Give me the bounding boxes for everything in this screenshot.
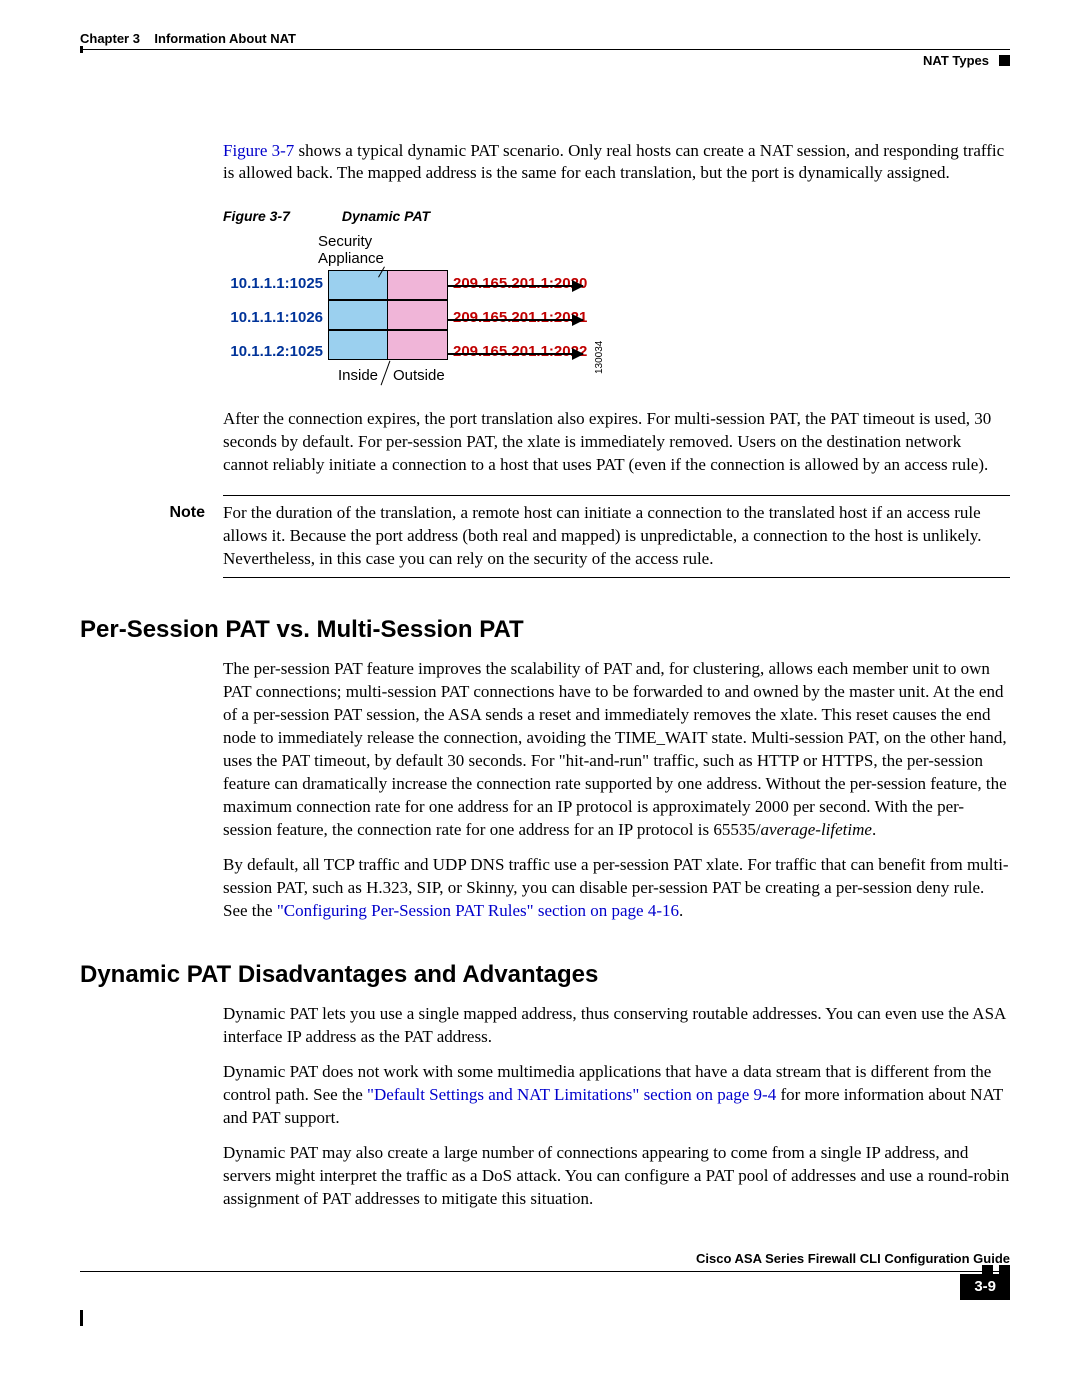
box-row-2 (328, 300, 448, 330)
note-label: Note (148, 502, 223, 571)
figure-title: Dynamic PAT (342, 208, 430, 224)
intro-paragraph: Figure 3-7 shows a typical dynamic PAT s… (223, 140, 1010, 186)
avg-lifetime-italic: average-lifetime (761, 820, 872, 839)
heading-per-session: Per-Session PAT vs. Multi-Session PAT (80, 614, 1010, 646)
arrow-2 (448, 319, 583, 321)
footer-guide-title: Cisco ASA Series Firewall CLI Configurat… (696, 1250, 1010, 1268)
box-row-3 (328, 330, 448, 360)
note-block: Note For the duration of the translation… (223, 502, 1010, 571)
header-right: NAT Types (923, 52, 1010, 70)
chapter-label: Chapter 3 (80, 31, 140, 46)
header-rule (80, 49, 1010, 50)
box-outside-2 (388, 300, 448, 330)
dyn-pat-para-2: Dynamic PAT does not work with some mult… (223, 1061, 1010, 1130)
ip-left-3: 10.1.1.2:1025 (223, 342, 323, 362)
section-right: NAT Types (923, 52, 989, 70)
note-rule-top (223, 495, 1010, 496)
figure-id-number: 130034 (593, 341, 607, 374)
heading-dynamic-pat-adv: Dynamic PAT Disadvantages and Advantages (80, 959, 1010, 991)
appliance-line1: Security (318, 233, 372, 250)
note-body: For the duration of the translation, a r… (223, 502, 1010, 571)
figure-diagram: Security Appliance 10.1.1.1:1025 209.165… (223, 234, 673, 394)
footer-left-tick-icon (80, 1310, 83, 1326)
inside-label: Inside (338, 366, 378, 386)
per-session-p1-tail: . (872, 820, 876, 839)
arrow-3 (448, 353, 583, 355)
ip-left-1: 10.1.1.1:1025 (223, 274, 323, 294)
box-inside-3 (328, 330, 388, 360)
appliance-line2: Appliance (318, 250, 384, 267)
arrow-1 (448, 285, 583, 287)
per-session-p2-tail: . (679, 901, 683, 920)
inside-outside-divider-icon (381, 361, 391, 386)
footer-page-number: 3-9 (960, 1274, 1010, 1300)
per-session-rules-link[interactable]: "Configuring Per-Session PAT Rules" sect… (277, 901, 679, 920)
header-rule-tick (80, 46, 83, 53)
note-rule-bottom (223, 577, 1010, 578)
default-settings-link[interactable]: "Default Settings and NAT Limitations" s… (367, 1085, 776, 1104)
dyn-pat-para-3: Dynamic PAT may also create a large numb… (223, 1142, 1010, 1211)
footer: Cisco ASA Series Firewall CLI Configurat… (80, 1271, 1010, 1322)
after-figure-paragraph: After the connection expires, the port t… (223, 408, 1010, 477)
per-session-para-1: The per-session PAT feature improves the… (223, 658, 1010, 842)
box-outside-1 (388, 270, 448, 300)
appliance-label: Security Appliance (318, 234, 384, 267)
per-session-p1-text: The per-session PAT feature improves the… (223, 659, 1007, 839)
box-inside-2 (328, 300, 388, 330)
per-session-para-2: By default, all TCP traffic and UDP DNS … (223, 854, 1010, 923)
box-outside-3 (388, 330, 448, 360)
ip-left-2: 10.1.1.1:1026 (223, 308, 323, 328)
figure-caption: Figure 3-7 Dynamic PAT (223, 207, 1010, 226)
figure-3-7-link[interactable]: Figure 3-7 (223, 141, 294, 160)
figure-number: Figure 3-7 (223, 207, 338, 226)
intro-text: shows a typical dynamic PAT scenario. On… (223, 141, 1004, 183)
box-row-1 (328, 270, 448, 300)
chapter-title: Information About NAT (154, 31, 296, 46)
outside-label: Outside (393, 366, 445, 386)
header-square-icon (999, 55, 1010, 66)
dyn-pat-para-1: Dynamic PAT lets you use a single mapped… (223, 1003, 1010, 1049)
